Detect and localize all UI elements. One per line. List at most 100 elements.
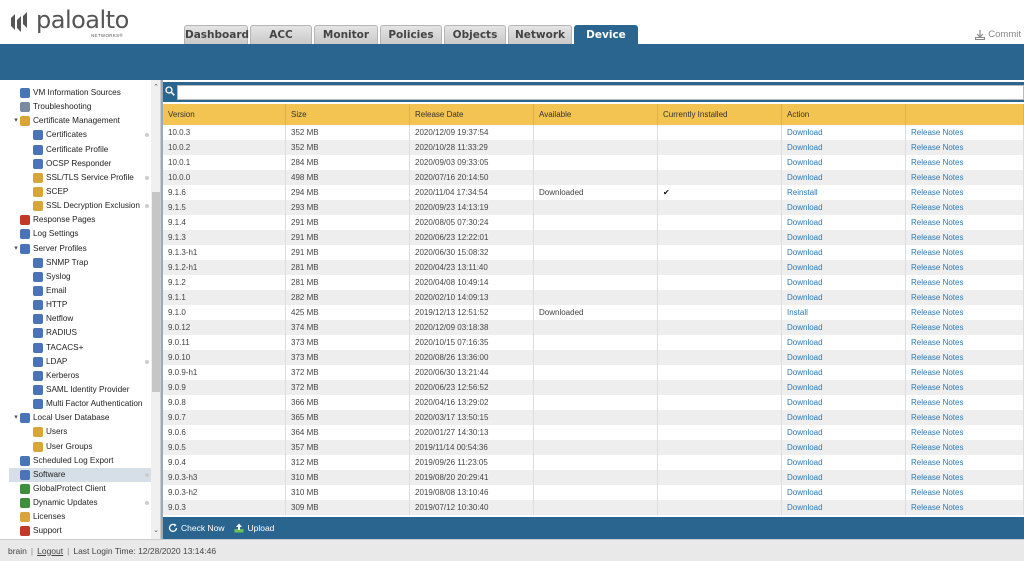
- release-notes-link[interactable]: Release Notes: [906, 230, 1024, 245]
- release-notes-link[interactable]: Release Notes: [906, 395, 1024, 410]
- expand-toggle-icon[interactable]: ▾: [12, 242, 20, 256]
- action-link[interactable]: Install: [782, 305, 906, 320]
- nav-item-troubleshooting[interactable]: Troubleshooting: [9, 100, 151, 114]
- nav-item-syslog[interactable]: Syslog: [9, 270, 151, 284]
- nav-item-software[interactable]: Software: [9, 467, 151, 482]
- nav-item-dynamic-updates[interactable]: Dynamic Updates: [9, 496, 151, 510]
- action-link[interactable]: Download: [782, 290, 906, 305]
- release-notes-link[interactable]: Release Notes: [906, 290, 1024, 305]
- nav-scrollbar[interactable]: ⌃ ⌄: [151, 80, 160, 539]
- expand-toggle-icon[interactable]: ▾: [12, 114, 20, 128]
- nav-item-ssl-decryption-exclusion[interactable]: SSL Decryption Exclusion: [9, 199, 151, 213]
- release-notes-link[interactable]: Release Notes: [906, 305, 1024, 320]
- action-link[interactable]: Download: [782, 485, 906, 500]
- nav-item-scep[interactable]: SCEP: [9, 185, 151, 199]
- action-link[interactable]: Download: [782, 125, 906, 140]
- expand-toggle-icon[interactable]: ▾: [12, 411, 20, 425]
- nav-item-saml-identity-provider[interactable]: SAML Identity Provider: [9, 383, 151, 397]
- tab-acc[interactable]: ACC: [250, 25, 312, 44]
- action-link[interactable]: Download: [782, 140, 906, 155]
- nav-item-ldap[interactable]: LDAP: [9, 355, 151, 369]
- action-link[interactable]: Download: [782, 320, 906, 335]
- logout-link[interactable]: Logout: [37, 546, 63, 556]
- nav-item-multi-factor-authentication[interactable]: Multi Factor Authentication: [9, 397, 151, 411]
- nav-item-email[interactable]: Email: [9, 284, 151, 298]
- action-link[interactable]: Download: [782, 155, 906, 170]
- action-link[interactable]: Download: [782, 500, 906, 515]
- release-notes-link[interactable]: Release Notes: [906, 335, 1024, 350]
- action-link[interactable]: Download: [782, 365, 906, 380]
- nav-item-response-pages[interactable]: Response Pages: [9, 213, 151, 227]
- release-notes-link[interactable]: Release Notes: [906, 485, 1024, 500]
- nav-item-certificate-management[interactable]: ▾ Certificate Management: [9, 114, 151, 128]
- action-link[interactable]: Reinstall: [782, 185, 906, 200]
- nav-scrollbar-thumb[interactable]: [152, 192, 160, 392]
- nav-item-licenses[interactable]: Licenses: [9, 510, 151, 524]
- col-header-action[interactable]: Action: [782, 104, 906, 125]
- nav-item-server-profiles[interactable]: ▾ Server Profiles: [9, 242, 151, 256]
- release-notes-link[interactable]: Release Notes: [906, 275, 1024, 290]
- nav-item-support[interactable]: Support: [9, 524, 151, 538]
- release-notes-link[interactable]: Release Notes: [906, 125, 1024, 140]
- filter-input[interactable]: [177, 85, 1024, 100]
- tab-policies[interactable]: Policies: [380, 25, 442, 44]
- nav-item-netflow[interactable]: Netflow: [9, 312, 151, 326]
- nav-item-kerberos[interactable]: Kerberos: [9, 369, 151, 383]
- col-header-currently-installed[interactable]: Currently Installed: [658, 104, 782, 125]
- upload-button[interactable]: Upload: [234, 523, 274, 533]
- nav-item-local-user-database[interactable]: ▾ Local User Database: [9, 411, 151, 425]
- release-notes-link[interactable]: Release Notes: [906, 140, 1024, 155]
- nav-item-radius[interactable]: RADIUS: [9, 326, 151, 340]
- nav-item-snmp-trap[interactable]: SNMP Trap: [9, 256, 151, 270]
- release-notes-link[interactable]: Release Notes: [906, 200, 1024, 215]
- release-notes-link[interactable]: Release Notes: [906, 245, 1024, 260]
- release-notes-link[interactable]: Release Notes: [906, 455, 1024, 470]
- nav-item-users[interactable]: Users: [9, 425, 151, 439]
- nav-item-certificate-profile[interactable]: Certificate Profile: [9, 143, 151, 157]
- release-notes-link[interactable]: Release Notes: [906, 215, 1024, 230]
- action-link[interactable]: Download: [782, 335, 906, 350]
- col-header-size[interactable]: Size: [286, 104, 410, 125]
- nav-item-ocsp-responder[interactable]: OCSP Responder: [9, 157, 151, 171]
- release-notes-link[interactable]: Release Notes: [906, 470, 1024, 485]
- release-notes-link[interactable]: Release Notes: [906, 500, 1024, 515]
- action-link[interactable]: Download: [782, 470, 906, 485]
- release-notes-link[interactable]: Release Notes: [906, 425, 1024, 440]
- action-link[interactable]: Download: [782, 455, 906, 470]
- action-link[interactable]: Download: [782, 425, 906, 440]
- release-notes-link[interactable]: Release Notes: [906, 155, 1024, 170]
- nav-item-http[interactable]: HTTP: [9, 298, 151, 312]
- action-link[interactable]: Download: [782, 170, 906, 185]
- release-notes-link[interactable]: Release Notes: [906, 410, 1024, 425]
- action-link[interactable]: Download: [782, 410, 906, 425]
- action-link[interactable]: Download: [782, 275, 906, 290]
- action-link[interactable]: Download: [782, 245, 906, 260]
- release-notes-link[interactable]: Release Notes: [906, 260, 1024, 275]
- col-header-available[interactable]: Available: [534, 104, 658, 125]
- action-link[interactable]: Download: [782, 380, 906, 395]
- action-link[interactable]: Download: [782, 215, 906, 230]
- release-notes-link[interactable]: Release Notes: [906, 350, 1024, 365]
- action-link[interactable]: Download: [782, 230, 906, 245]
- tab-device[interactable]: Device: [574, 25, 638, 44]
- nav-item-user-groups[interactable]: User Groups: [9, 440, 151, 454]
- scroll-up-icon[interactable]: ⌃: [151, 83, 160, 93]
- release-notes-link[interactable]: Release Notes: [906, 365, 1024, 380]
- scroll-down-icon[interactable]: ⌄: [151, 526, 160, 536]
- tab-dashboard[interactable]: Dashboard: [184, 25, 249, 44]
- release-notes-link[interactable]: Release Notes: [906, 380, 1024, 395]
- nav-item-ssl-tls-service-profile[interactable]: SSL/TLS Service Profile: [9, 171, 151, 185]
- col-header-release-date[interactable]: Release Date: [410, 104, 534, 125]
- action-link[interactable]: Download: [782, 350, 906, 365]
- tab-network[interactable]: Network: [508, 25, 572, 44]
- tab-monitor[interactable]: Monitor: [314, 25, 378, 44]
- release-notes-link[interactable]: Release Notes: [906, 170, 1024, 185]
- nav-item-tacacs-[interactable]: TACACS+: [9, 341, 151, 355]
- nav-item-globalprotect-client[interactable]: GlobalProtect Client: [9, 482, 151, 496]
- action-link[interactable]: Download: [782, 200, 906, 215]
- nav-item-certificates[interactable]: Certificates: [9, 128, 151, 142]
- nav-item-log-settings[interactable]: Log Settings: [9, 227, 151, 241]
- nav-item-scheduled-log-export[interactable]: Scheduled Log Export: [9, 454, 151, 468]
- col-header-version[interactable]: Version: [163, 104, 286, 125]
- action-link[interactable]: Download: [782, 395, 906, 410]
